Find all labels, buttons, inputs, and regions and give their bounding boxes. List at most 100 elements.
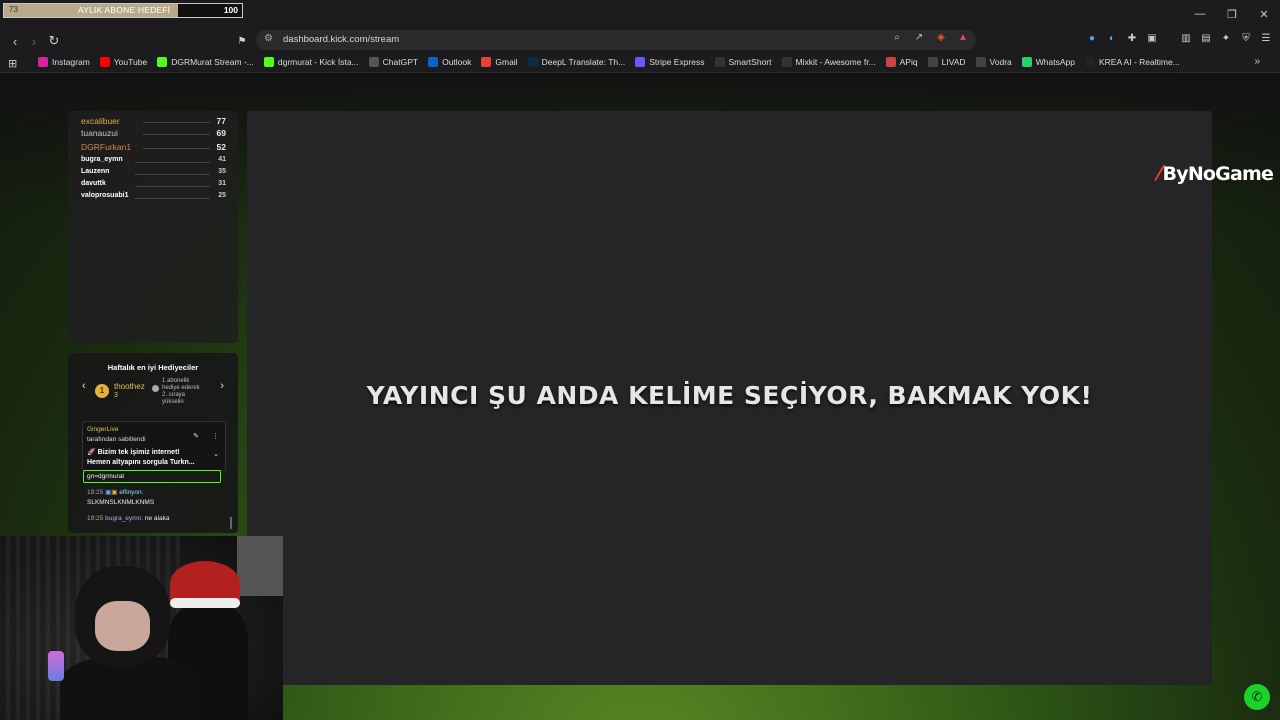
leaderboard-value: 77 xyxy=(216,116,226,126)
vpn-icon[interactable]: ⛨ xyxy=(1240,33,1252,44)
back-button[interactable]: ‹ xyxy=(5,31,25,51)
brave-rewards-icon[interactable]: ▲ xyxy=(956,32,970,43)
game-stage: YAYINCI ŞU ANDA KELİME SEÇİYOR, BAKMAK Y… xyxy=(247,111,1212,685)
leaderboard-name: bugra_eymn xyxy=(81,156,123,163)
gmail-icon xyxy=(481,57,492,67)
chat-bubble-icon[interactable]: ✆ xyxy=(1244,684,1270,710)
chat-area: GingerLive tarafından sabitlendi ✎ ⋮ ⌄ 🚀… xyxy=(82,415,227,530)
gift-hint: 1 abonelik hediye ederek 2. sıraya yükse… xyxy=(162,378,200,405)
puzzle-icon[interactable]: ✚ xyxy=(1126,33,1138,44)
restore-button[interactable]: ❐ xyxy=(1216,0,1248,28)
top-gifter-name: thoothez xyxy=(114,382,145,391)
chat-partial-line: gn=dgrmurat xyxy=(87,473,125,480)
toolbar-extensions: ● ◐ ✚ ▣ ▥ ▤ ✦ ⛨ ☰ xyxy=(1086,33,1272,44)
address-bar[interactable]: ⚙ dashboard.kick.com/stream ⌕ ↗ ◈ ▲ xyxy=(256,30,976,50)
leaderboard-value: 69 xyxy=(216,128,226,138)
leaderboard-value: 41 xyxy=(218,156,226,163)
chatgpt-icon xyxy=(368,57,379,67)
chevron-down-icon[interactable]: ⌄ xyxy=(213,450,219,458)
gifters-prev-icon[interactable]: ‹ xyxy=(82,380,86,392)
gifters-next-icon[interactable]: › xyxy=(220,380,224,392)
instagram-icon xyxy=(38,57,48,67)
bookmark-item[interactable]: YouTube xyxy=(99,57,147,67)
close-button[interactable]: ✕ xyxy=(1248,0,1280,28)
wallet-icon[interactable]: ◐ xyxy=(1106,33,1118,44)
zoom-icon[interactable]: ⌕ xyxy=(890,32,904,43)
leaderboard-row: bugra_eymn 41 xyxy=(81,156,226,168)
bookmark-item[interactable]: LIVAD xyxy=(927,57,966,67)
pinned-by-text: tarafından sabitlendi xyxy=(87,436,146,443)
leaderboard-name: tuanauzui xyxy=(81,128,118,138)
bookmark-label: WhatsApp xyxy=(1035,57,1075,67)
apps-grid-icon[interactable]: ⊞ xyxy=(8,57,17,70)
leaderboard-name: DGRFurkan1 xyxy=(81,142,132,152)
whatsapp-icon xyxy=(1021,57,1032,67)
stage-message: YAYINCI ŞU ANDA KELİME SEÇİYOR, BAKMAK Y… xyxy=(366,381,1093,410)
leo-ai-icon[interactable]: ✦ xyxy=(1220,33,1232,44)
bookmark-item[interactable]: DGRMurat Stream -... xyxy=(157,57,254,67)
leaderboard-row: Lauzenn 35 xyxy=(81,168,226,180)
bookmark-label: ChatGPT xyxy=(382,57,419,67)
bookmark-label: Mixkit - Awesome fr... xyxy=(795,57,876,67)
site-settings-icon[interactable]: ⚙ xyxy=(264,33,273,44)
chat-message: 19:25 bugra_eymn: ne alaka xyxy=(87,515,170,522)
gold-medal-icon: 1 xyxy=(95,384,109,398)
stripe-icon xyxy=(635,57,646,67)
leaderboard-value: 35 xyxy=(218,168,226,175)
extension-icon[interactable]: ● xyxy=(1086,33,1098,44)
vodra-icon xyxy=(975,57,986,67)
bookmark-item[interactable]: DeepL Translate: Th... xyxy=(527,57,626,67)
bookmark-item[interactable]: SmartShort xyxy=(714,57,772,67)
title-bar: 73 AYLIK ABONE HEDEFİ 100 — ❐ ✕ xyxy=(0,0,1280,28)
pin-icon[interactable]: ✎ xyxy=(193,432,199,440)
bookmark-icon[interactable]: ⚑ xyxy=(232,31,252,51)
bookmark-item[interactable]: ChatGPT xyxy=(368,57,419,67)
minimize-button[interactable]: — xyxy=(1184,0,1216,28)
bookmark-item[interactable]: dgrmurat - Kick İsta... xyxy=(263,57,359,67)
bookmark-label: Stripe Express xyxy=(649,57,705,67)
bookmark-label: DGRMurat Stream -... xyxy=(171,57,254,67)
bookmark-item[interactable]: Gmail xyxy=(481,57,518,67)
bookmark-label: dgrmurat - Kick İsta... xyxy=(277,57,359,67)
bookmark-label: DeepL Translate: Th... xyxy=(541,57,626,67)
bynogame-logo: ⁄ ByNoGame xyxy=(1158,161,1274,185)
bookmark-item[interactable]: Instagram xyxy=(38,57,90,67)
bookmark-label: APiq xyxy=(899,57,918,67)
bookmark-label: LIVAD xyxy=(941,57,966,67)
krea-icon xyxy=(1084,57,1095,67)
pinned-by-user: GingerLive xyxy=(87,426,119,433)
bookmarks-bar: ⊞ Instagram YouTube DGRMurat Stream -... dg… xyxy=(0,53,1280,73)
wallet-button-icon[interactable]: ▤ xyxy=(1200,33,1212,44)
chat-message-text: SLKMNSLKNMLKNMS xyxy=(87,499,155,506)
bookmark-item[interactable]: WhatsApp xyxy=(1021,57,1075,67)
share-icon[interactable]: ↗ xyxy=(912,32,926,43)
subscriber-goal-target: 100 xyxy=(223,5,238,15)
bookmark-item[interactable]: Vodra xyxy=(975,57,1012,67)
bookmark-item[interactable]: Stripe Express xyxy=(635,57,705,67)
bookmark-item[interactable]: APiq xyxy=(885,57,918,67)
kick-icon xyxy=(263,57,274,67)
forward-button[interactable]: › xyxy=(24,31,44,51)
bookmark-label: KREA AI - Realtime... xyxy=(1098,57,1180,67)
menu-icon[interactable]: ☰ xyxy=(1260,33,1272,44)
webcam-feed xyxy=(0,536,283,720)
bookmark-item[interactable]: KREA AI - Realtime... xyxy=(1084,57,1180,67)
subscriber-goal-bar: 73 AYLIK ABONE HEDEFİ 100 xyxy=(3,3,243,18)
pinned-message[interactable]: GingerLive tarafından sabitlendi ✎ ⋮ ⌄ 🚀… xyxy=(82,421,226,471)
chat-scrollbar[interactable] xyxy=(230,517,232,529)
bookmark-label: Instagram xyxy=(52,57,90,67)
stream-page: excalibuer 77 tuanauzui 69 DGRFurkan1 52 bugra… xyxy=(0,73,1280,720)
bookmarks-overflow-icon[interactable]: » xyxy=(1254,56,1260,67)
screenshot-icon[interactable]: ▣ xyxy=(1146,33,1158,44)
top-gifter-count: 3 xyxy=(114,392,118,399)
bookmark-item[interactable]: Outlook xyxy=(428,57,471,67)
top-gifters-title: Haftalık en iyi Hediyeciler xyxy=(107,363,199,372)
sidebar-icon[interactable]: ▥ xyxy=(1180,33,1192,44)
bookmark-item[interactable]: Mixkit - Awesome fr... xyxy=(781,57,876,67)
brave-shield-icon[interactable]: ◈ xyxy=(934,32,948,43)
url-text[interactable]: dashboard.kick.com/stream xyxy=(283,34,399,45)
leaderboard-name: valoprosuabi1 xyxy=(81,192,129,199)
bookmark-label: SmartShort xyxy=(728,57,772,67)
reload-button[interactable]: ↻ xyxy=(44,31,64,51)
more-options-icon[interactable]: ⋮ xyxy=(212,432,219,440)
